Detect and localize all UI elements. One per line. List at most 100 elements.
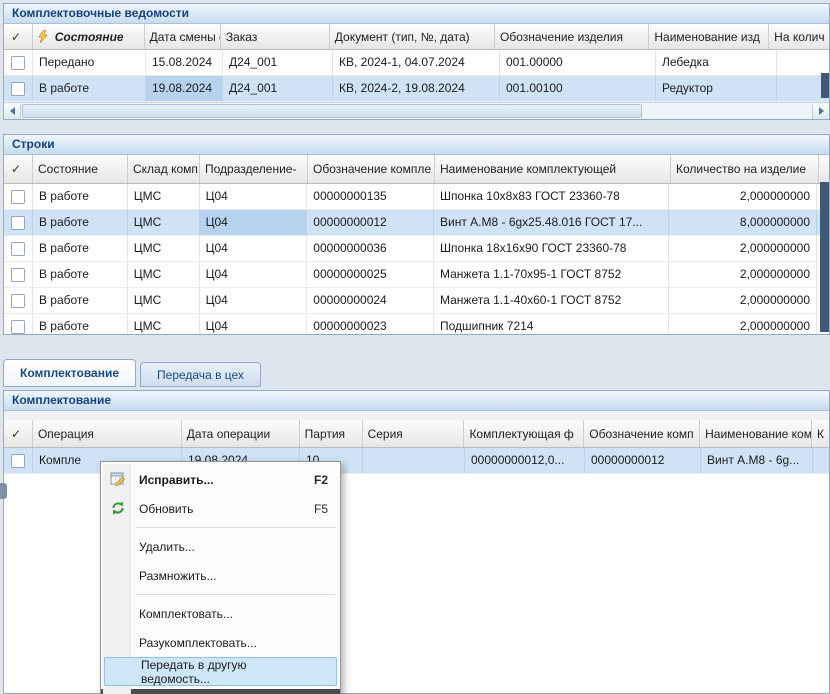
row-checkbox-cell[interactable] bbox=[4, 184, 33, 209]
column-header-qty[interactable]: Количество на изделие bbox=[671, 155, 819, 183]
cell-department[interactable]: Ц04 bbox=[200, 262, 308, 287]
row-checkbox[interactable] bbox=[11, 320, 25, 334]
cell-department[interactable]: Ц04 bbox=[200, 236, 308, 261]
cell-order[interactable]: Д24_001 bbox=[223, 50, 333, 75]
column-header-series[interactable]: Серия bbox=[363, 420, 465, 447]
column-header-component[interactable]: Комплектующая ф bbox=[464, 420, 584, 447]
cell-designation[interactable]: 00000000023 bbox=[307, 314, 434, 335]
cell-warehouse[interactable]: ЦМС bbox=[128, 236, 200, 261]
cell-doc[interactable]: КВ, 2024-2, 19.08.2024 bbox=[333, 76, 500, 101]
cell-qty[interactable]: 2,000000000 bbox=[669, 314, 817, 335]
cell-warehouse[interactable]: ЦМС bbox=[128, 210, 200, 235]
column-header-state[interactable]: Состояние bbox=[33, 155, 128, 183]
row-checkbox-cell[interactable] bbox=[4, 314, 33, 335]
row-checkbox[interactable] bbox=[11, 268, 25, 282]
cell-qty[interactable]: 8,000000000 bbox=[669, 210, 817, 235]
row-checkbox[interactable] bbox=[11, 56, 25, 70]
row-checkbox-cell[interactable] bbox=[4, 210, 33, 235]
cell-product-name[interactable]: Лебедка bbox=[656, 50, 777, 75]
row-checkbox[interactable] bbox=[11, 242, 25, 256]
row-checkbox-cell[interactable] bbox=[4, 262, 33, 287]
column-header-qty[interactable]: На колич bbox=[769, 24, 829, 49]
row-checkbox-cell[interactable] bbox=[4, 76, 33, 101]
column-header-order[interactable]: Заказ bbox=[221, 24, 330, 49]
tab-komplektovanie[interactable]: Комплектование bbox=[3, 359, 136, 387]
menu-item-komplektovat[interactable]: Комплектовать... bbox=[103, 599, 338, 628]
scroll-right-button[interactable] bbox=[812, 104, 829, 119]
menu-item-duplicate[interactable]: Размножить... bbox=[103, 561, 338, 590]
menu-item-razukomplektovat[interactable]: Разукомплектовать... bbox=[103, 628, 338, 657]
menu-item-refresh[interactable]: Обновить F5 bbox=[103, 494, 338, 523]
row-checkbox[interactable] bbox=[11, 82, 25, 96]
cell-order[interactable]: Д24_001 bbox=[223, 76, 333, 101]
column-header-warehouse[interactable]: Склад комп bbox=[128, 155, 200, 183]
column-header-batch[interactable]: Партия bbox=[300, 420, 363, 447]
stroki-row-3[interactable]: В работе ЦМС Ц04 00000000036 Шпонка 18х1… bbox=[4, 236, 829, 262]
column-header-state[interactable]: Состояние bbox=[33, 24, 145, 49]
row-checkbox[interactable] bbox=[11, 216, 25, 230]
tab-peredacha-v-tseh[interactable]: Передача в цех bbox=[140, 362, 261, 387]
stroki-row-4[interactable]: В работе ЦМС Ц04 00000000025 Манжета 1.1… bbox=[4, 262, 829, 288]
row-checkbox-cell[interactable] bbox=[4, 50, 33, 75]
splitter-grip[interactable] bbox=[0, 483, 7, 499]
vedomosti-row-1[interactable]: Передано 15.08.2024 Д24_001 КВ, 2024-1, … bbox=[4, 50, 829, 76]
column-header-date[interactable]: Дата операции bbox=[182, 420, 300, 447]
select-all-header[interactable]: ✓ bbox=[4, 420, 33, 447]
cell-state[interactable]: В работе bbox=[33, 76, 146, 101]
column-header-date[interactable]: Дата смены сост bbox=[145, 24, 221, 49]
stroki-row-1[interactable]: В работе ЦМС Ц04 00000000135 Шпонка 10х8… bbox=[4, 184, 829, 210]
column-header-product[interactable]: Обозначение изделия bbox=[495, 24, 649, 49]
cell-name[interactable]: Манжета 1.1-40х60-1 ГОСТ 8752 bbox=[434, 288, 669, 313]
cell-department-focused[interactable]: Ц04 bbox=[200, 210, 308, 235]
cell-state[interactable]: В работе bbox=[33, 210, 128, 235]
cell-name[interactable]: Подшипник 7214 bbox=[434, 314, 669, 335]
cell-qty[interactable]: 2,000000000 bbox=[669, 236, 817, 261]
cell-name[interactable]: Винт А.М8 - 6g... bbox=[701, 448, 813, 473]
cell-warehouse[interactable]: ЦМС bbox=[128, 262, 200, 287]
cell-series[interactable] bbox=[363, 448, 465, 473]
cell-qty[interactable]: 2,000000000 bbox=[669, 288, 817, 313]
cell-designation[interactable]: 00000000025 bbox=[307, 262, 434, 287]
cell-state[interactable]: Передано bbox=[33, 50, 146, 75]
column-header-doc[interactable]: Документ (тип, №, дата) bbox=[330, 24, 495, 49]
cell-qty[interactable] bbox=[813, 448, 829, 473]
row-checkbox[interactable] bbox=[11, 190, 25, 204]
cell-warehouse[interactable]: ЦМС bbox=[128, 288, 200, 313]
scrollbar-thumb[interactable] bbox=[22, 104, 642, 118]
cell-product[interactable]: 001.00000 bbox=[500, 50, 656, 75]
column-header-designation[interactable]: Обозначение комп bbox=[584, 420, 700, 447]
select-all-header[interactable]: ✓ bbox=[4, 155, 33, 183]
cell-designation[interactable]: 00000000036 bbox=[307, 236, 434, 261]
column-header-product-name[interactable]: Наименование изд bbox=[649, 24, 769, 49]
cell-qty[interactable] bbox=[777, 50, 829, 75]
cell-department[interactable]: Ц04 bbox=[200, 314, 308, 335]
select-all-header[interactable]: ✓ bbox=[4, 24, 33, 49]
stroki-row-6[interactable]: В работе ЦМС Ц04 00000000023 Подшипник 7… bbox=[4, 314, 829, 335]
column-header-name[interactable]: Наименование ком bbox=[700, 420, 812, 447]
stroki-row-5[interactable]: В работе ЦМС Ц04 00000000024 Манжета 1.1… bbox=[4, 288, 829, 314]
cell-state[interactable]: В работе bbox=[33, 184, 128, 209]
cell-doc[interactable]: КВ, 2024-1, 04.07.2024 bbox=[333, 50, 500, 75]
scroll-left-button[interactable] bbox=[4, 104, 21, 119]
cell-component[interactable]: 00000000012,0... bbox=[465, 448, 585, 473]
vertical-scrollbar[interactable] bbox=[820, 182, 829, 332]
cell-qty[interactable]: 2,000000000 bbox=[669, 262, 817, 287]
cell-department[interactable]: Ц04 bbox=[200, 288, 308, 313]
row-checkbox[interactable] bbox=[11, 454, 25, 468]
cell-designation[interactable]: 00000000012 bbox=[585, 448, 701, 473]
cell-product-name[interactable]: Редуктор bbox=[656, 76, 777, 101]
cell-name[interactable]: Манжета 1.1-70х95-1 ГОСТ 8752 bbox=[434, 262, 669, 287]
cell-product[interactable]: 001.00100 bbox=[500, 76, 656, 101]
row-checkbox-cell[interactable] bbox=[4, 236, 33, 261]
cell-designation[interactable]: 00000000135 bbox=[307, 184, 434, 209]
cell-state[interactable]: В работе bbox=[33, 288, 128, 313]
column-header-designation[interactable]: Обозначение компле bbox=[308, 155, 435, 183]
menu-item-edit[interactable]: Исправить... F2 bbox=[103, 465, 338, 494]
cell-name[interactable]: Винт А.М8 - 6gх25.48.016 ГОСТ 17... bbox=[434, 210, 669, 235]
cell-name[interactable]: Шпонка 10х8х83 ГОСТ 23360-78 bbox=[434, 184, 669, 209]
cell-state[interactable]: В работе bbox=[33, 314, 128, 335]
row-checkbox-cell[interactable] bbox=[4, 448, 33, 473]
stroki-row-2-selected[interactable]: В работе ЦМС Ц04 00000000012 Винт А.М8 -… bbox=[4, 210, 829, 236]
cell-state[interactable]: В работе bbox=[33, 262, 128, 287]
menu-item-delete[interactable]: Удалить... bbox=[103, 532, 338, 561]
